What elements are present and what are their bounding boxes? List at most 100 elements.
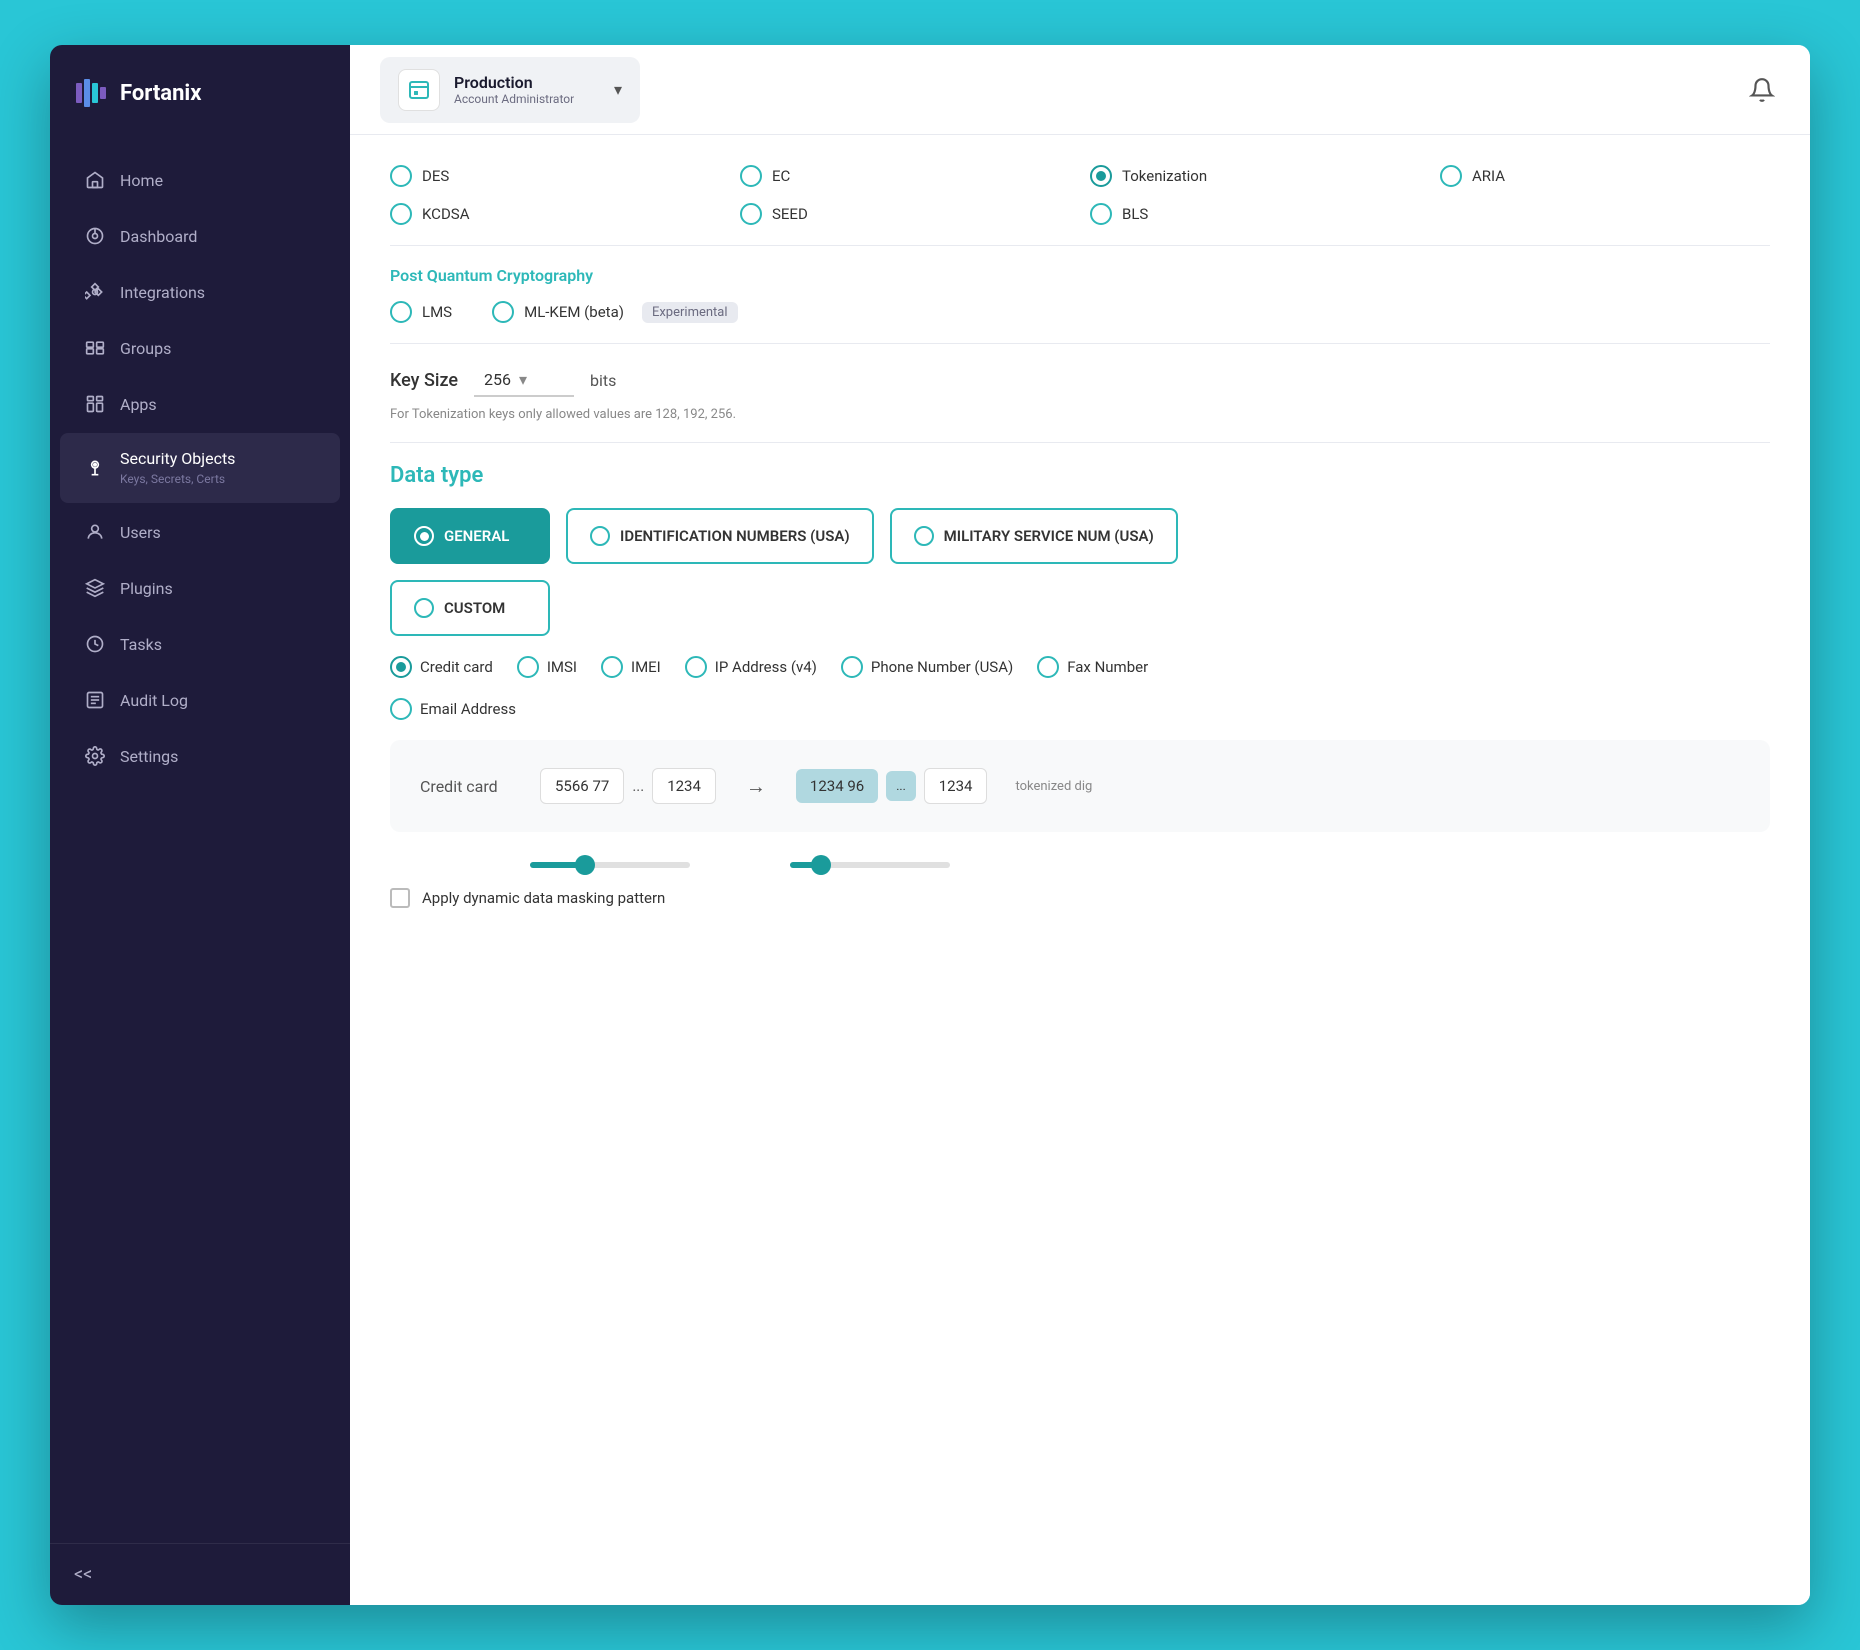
sidebar-item-home[interactable]: Home [60, 153, 340, 207]
data-type-custom[interactable]: CUSTOM [390, 580, 550, 636]
algo-tokenization[interactable]: Tokenization [1090, 165, 1420, 187]
divider-1 [390, 245, 1770, 246]
algo-aria[interactable]: ARIA [1440, 165, 1770, 187]
sidebar-item-groups-label: Groups [120, 339, 171, 358]
data-type-options: GENERAL IDENTIFICATION NUMBERS (USA) MIL… [390, 508, 1770, 564]
data-type-military-label: MILITARY SERVICE NUM (USA) [944, 527, 1154, 545]
sub-phone-number[interactable]: Phone Number (USA) [841, 656, 1013, 678]
algo-seed[interactable]: SEED [740, 203, 1070, 225]
radio-des [390, 165, 412, 187]
key-size-row: Key Size 256 ▾ bits [390, 364, 1770, 397]
cc-input-segments: 5566 77 ... 1234 [540, 768, 716, 804]
sidebar-item-tasks-label: Tasks [120, 635, 162, 654]
key-size-hint: For Tokenization keys only allowed value… [390, 407, 1770, 422]
sidebar: Fortanix Home Dashboard Integrations [50, 45, 350, 1605]
cc-tokenized: 1234 96 ... 1234 [796, 768, 988, 804]
account-name: Production [454, 73, 600, 92]
sidebar-logo: Fortanix [50, 45, 350, 141]
account-info: Production Account Administrator [454, 73, 600, 106]
radio-kcdsa [390, 203, 412, 225]
data-type-identification[interactable]: IDENTIFICATION NUMBERS (USA) [566, 508, 874, 564]
apps-icon [84, 393, 106, 415]
masking-checkbox[interactable] [390, 888, 410, 908]
sidebar-item-audit-log[interactable]: Audit Log [60, 673, 340, 727]
key-size-select[interactable]: 256 ▾ [474, 364, 574, 397]
sidebar-item-home-label: Home [120, 171, 163, 190]
radio-ip-address [685, 656, 707, 678]
sidebar-item-apps[interactable]: Apps [60, 377, 340, 431]
algo-lms-label: LMS [422, 303, 452, 321]
sidebar-item-users[interactable]: Users [60, 505, 340, 559]
sidebar-item-security-objects[interactable]: Security Objects Keys, Secrets, Certs [60, 433, 340, 503]
notification-bell-icon[interactable] [1744, 72, 1780, 108]
algo-des-label: DES [422, 167, 449, 185]
cc-preview-label: Credit card [420, 777, 520, 796]
settings-icon [84, 745, 106, 767]
slider-2-container [730, 852, 950, 868]
radio-lms [390, 301, 412, 323]
key-size-bits: bits [590, 371, 616, 390]
algo-bls[interactable]: BLS [1090, 203, 1420, 225]
plugins-icon [84, 577, 106, 599]
sidebar-item-dashboard[interactable]: Dashboard [60, 209, 340, 263]
radio-ec [740, 165, 762, 187]
algo-ec[interactable]: EC [740, 165, 1070, 187]
sidebar-item-tasks[interactable]: Tasks [60, 617, 340, 671]
slider-1-track [530, 862, 690, 868]
radio-credit-card [390, 656, 412, 678]
slider-1-thumb[interactable] [575, 855, 595, 875]
main-area: Production Account Administrator ▾ DES [350, 45, 1810, 1605]
sub-ip-address[interactable]: IP Address (v4) [685, 656, 817, 678]
sub-imsi-label: IMSI [547, 658, 577, 676]
slider-2-thumb[interactable] [811, 855, 831, 875]
radio-seed [740, 203, 762, 225]
topbar: Production Account Administrator ▾ [350, 45, 1810, 135]
sub-credit-card-label: Credit card [420, 658, 493, 676]
sidebar-item-groups[interactable]: Groups [60, 321, 340, 375]
sidebar-item-plugins[interactable]: Plugins [60, 561, 340, 615]
account-selector[interactable]: Production Account Administrator ▾ [380, 57, 640, 123]
data-type-custom-label: CUSTOM [444, 599, 505, 617]
cc-tok-seg-2: 1234 [924, 768, 988, 804]
divider-3 [390, 442, 1770, 443]
fortanix-logo-icon [74, 75, 110, 111]
sidebar-item-settings[interactable]: Settings [60, 729, 340, 783]
algo-des[interactable]: DES [390, 165, 720, 187]
cc-tok-dots: ... [886, 771, 916, 801]
key-size-value: 256 [484, 370, 511, 389]
radio-fax-number [1037, 656, 1059, 678]
sub-phone-number-label: Phone Number (USA) [871, 658, 1013, 676]
radio-phone-number [841, 656, 863, 678]
cc-arrow-icon: → [746, 774, 766, 799]
sidebar-item-settings-label: Settings [120, 747, 178, 766]
sub-credit-card[interactable]: Credit card [390, 656, 493, 678]
sub-options-row: Credit card IMSI IMEI IP Address (v4) [390, 656, 1770, 678]
sub-imei[interactable]: IMEI [601, 656, 661, 678]
radio-military [914, 526, 934, 546]
cc-tok-seg-1: 1234 96 [796, 769, 878, 803]
algo-ml-kem[interactable]: ML-KEM (beta) Experimental [492, 301, 737, 323]
key-size-chevron-icon: ▾ [519, 370, 527, 389]
algo-seed-label: SEED [772, 205, 808, 223]
sub-imsi[interactable]: IMSI [517, 656, 577, 678]
algo-kcdsa-label: KCDSA [422, 205, 469, 223]
nav-items: Home Dashboard Integrations Groups [50, 141, 350, 1543]
data-type-general[interactable]: GENERAL [390, 508, 550, 564]
sidebar-item-integrations[interactable]: Integrations [60, 265, 340, 319]
algo-kcdsa[interactable]: KCDSA [390, 203, 720, 225]
radio-imsi [517, 656, 539, 678]
sidebar-item-security-objects-label: Security Objects [120, 449, 235, 468]
sub-email-address[interactable]: Email Address [390, 698, 1770, 720]
collapse-button[interactable]: << [74, 1564, 92, 1585]
sidebar-item-apps-label: Apps [120, 395, 157, 414]
algo-lms[interactable]: LMS [390, 301, 452, 323]
chevron-down-icon: ▾ [614, 80, 622, 99]
dashboard-icon [84, 225, 106, 247]
data-type-military[interactable]: MILITARY SERVICE NUM (USA) [890, 508, 1178, 564]
radio-ml-kem [492, 301, 514, 323]
security-objects-icon [84, 457, 106, 479]
radio-general [414, 526, 434, 546]
slider-2-track [790, 862, 950, 868]
sliders-row [390, 852, 1770, 868]
sub-fax-number[interactable]: Fax Number [1037, 656, 1148, 678]
